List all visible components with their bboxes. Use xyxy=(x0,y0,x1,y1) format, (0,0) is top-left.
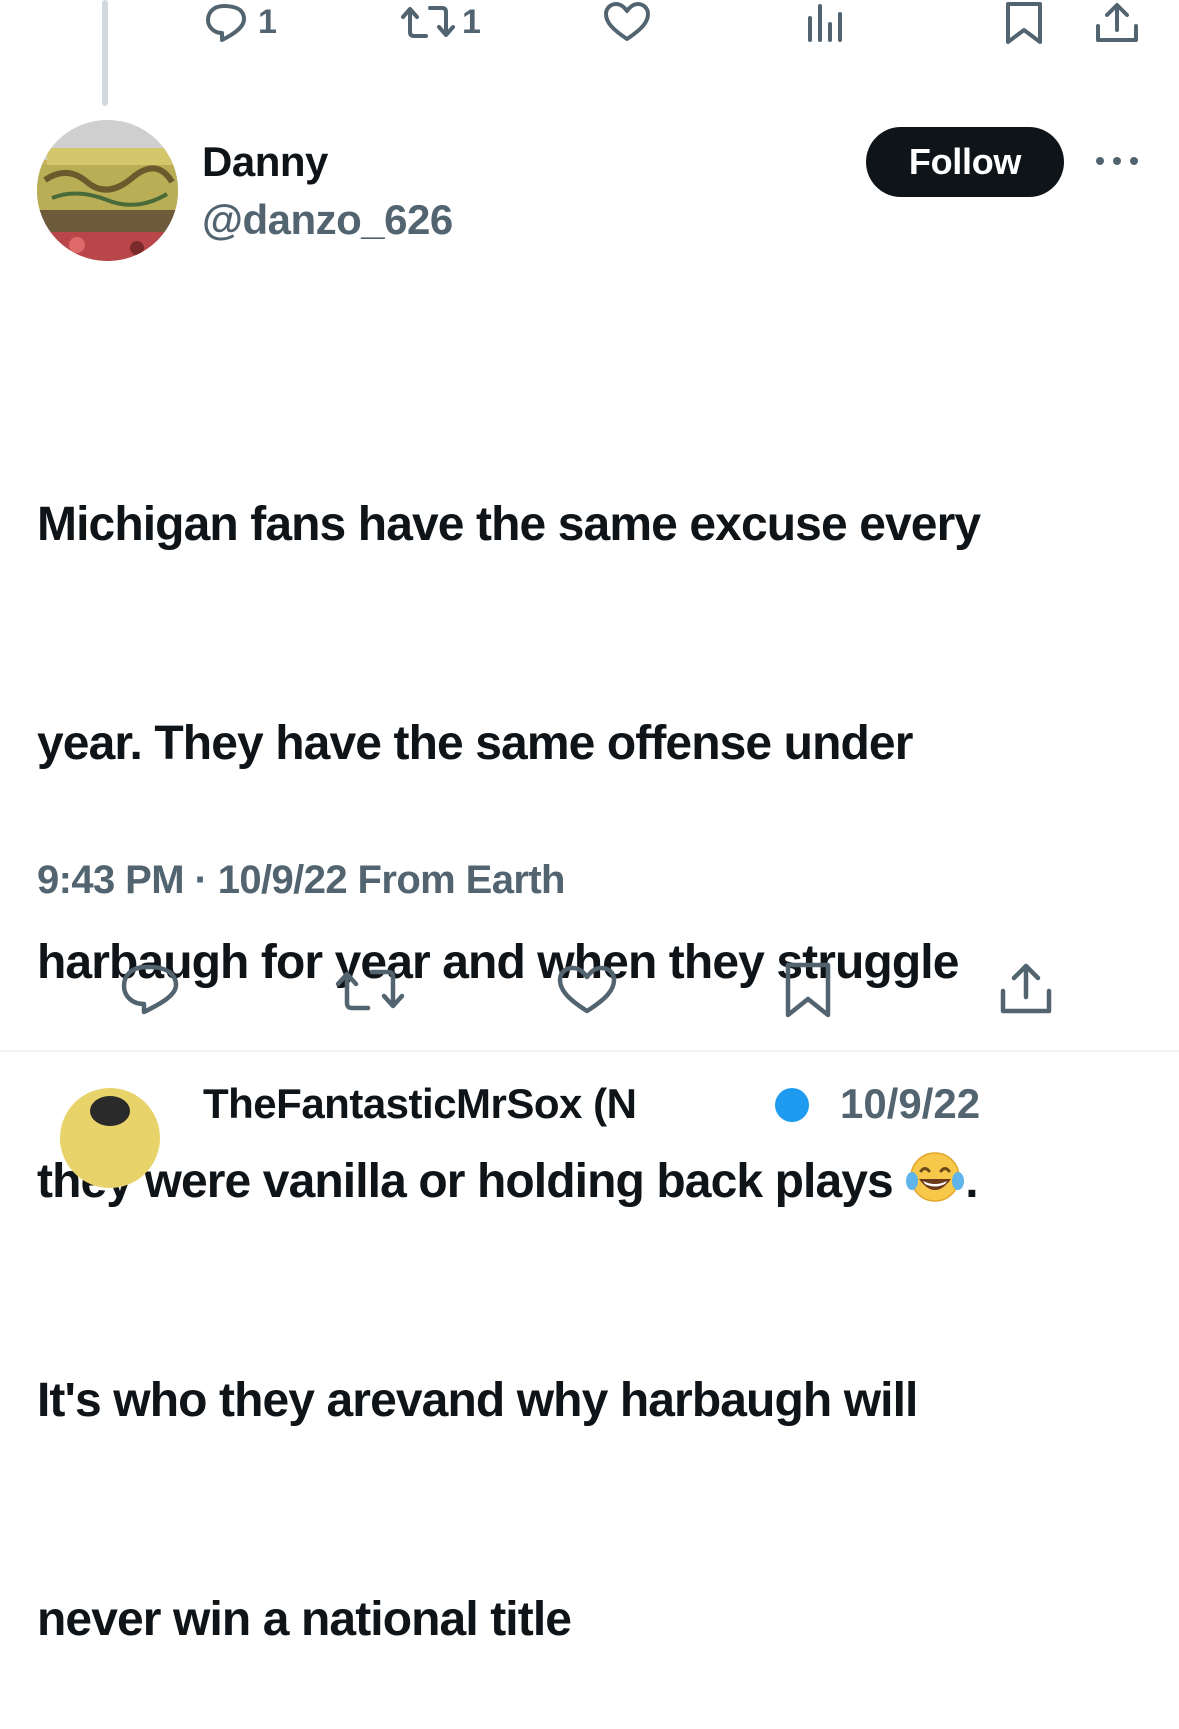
follow-button[interactable]: Follow xyxy=(866,127,1064,197)
more-icon xyxy=(1092,146,1142,176)
bookmark-button[interactable] xyxy=(784,961,832,1019)
next-author-avatar[interactable] xyxy=(60,1088,160,1188)
retweet-icon xyxy=(334,965,406,1015)
verified-badge-icon xyxy=(775,1088,809,1122)
previous-analytics-button[interactable] xyxy=(806,2,848,42)
previous-reply-button[interactable]: 1 xyxy=(204,2,277,42)
tweet-text: Michigan fans have the same excuse every… xyxy=(37,342,1157,1729)
reply-icon xyxy=(120,963,182,1015)
reply-button[interactable] xyxy=(120,963,182,1015)
previous-like-button[interactable] xyxy=(602,2,652,42)
tears-of-joy-emoji-icon xyxy=(905,1151,965,1203)
retweet-button[interactable] xyxy=(334,965,406,1015)
share-icon xyxy=(1094,2,1140,46)
tweet-text-segment: . xyxy=(965,1155,978,1208)
tweet-text-line: never win a national title xyxy=(37,1593,572,1646)
reply-icon xyxy=(204,2,252,42)
tweet-meta: 9:43 PM · 10/9/22 From Earth xyxy=(37,858,565,903)
previous-bookmark-button[interactable] xyxy=(1004,2,1044,46)
bookmark-icon xyxy=(784,961,832,1019)
tweet-date[interactable]: 10/9/22 xyxy=(218,858,348,902)
previous-retweet-button[interactable]: 1 xyxy=(400,2,481,42)
tweet-source: From Earth xyxy=(357,858,566,902)
analytics-icon xyxy=(806,2,848,42)
author-avatar[interactable] xyxy=(37,120,178,261)
previous-share-button[interactable] xyxy=(1094,2,1140,46)
more-options-button[interactable] xyxy=(1092,146,1142,176)
meta-separator: · xyxy=(183,858,218,902)
next-author-name[interactable]: TheFantasticMrSox (N xyxy=(203,1080,637,1128)
author-handle[interactable]: @danzo_626 xyxy=(202,196,453,244)
bookmark-icon xyxy=(1004,2,1044,46)
tweet-action-bar xyxy=(0,955,1179,1025)
previous-retweet-count: 1 xyxy=(462,2,481,41)
like-icon xyxy=(602,2,652,42)
previous-reply-count: 1 xyxy=(258,2,277,41)
share-icon xyxy=(998,961,1054,1017)
tweet-text-line: It's who they arevand why harbaugh will xyxy=(37,1374,918,1427)
tweet-time[interactable]: 9:43 PM xyxy=(37,858,185,902)
previous-tweet-action-bar: 1 1 xyxy=(0,0,1179,50)
divider xyxy=(0,1050,1179,1052)
next-tweet-date[interactable]: 10/9/22 xyxy=(840,1080,980,1128)
retweet-icon xyxy=(400,2,456,42)
like-button[interactable] xyxy=(556,965,618,1015)
share-button[interactable] xyxy=(998,961,1054,1017)
tweet-text-segment: they were vanilla or holding back plays xyxy=(37,1155,906,1208)
tweet-text-line: they were vanilla or holding back plays … xyxy=(37,1145,1157,1218)
like-icon xyxy=(556,965,618,1015)
tweet-text-line: year. They have the same offense under xyxy=(37,717,913,770)
author-name[interactable]: Danny xyxy=(202,138,328,186)
tweet-text-line: Michigan fans have the same excuse every xyxy=(37,498,981,551)
